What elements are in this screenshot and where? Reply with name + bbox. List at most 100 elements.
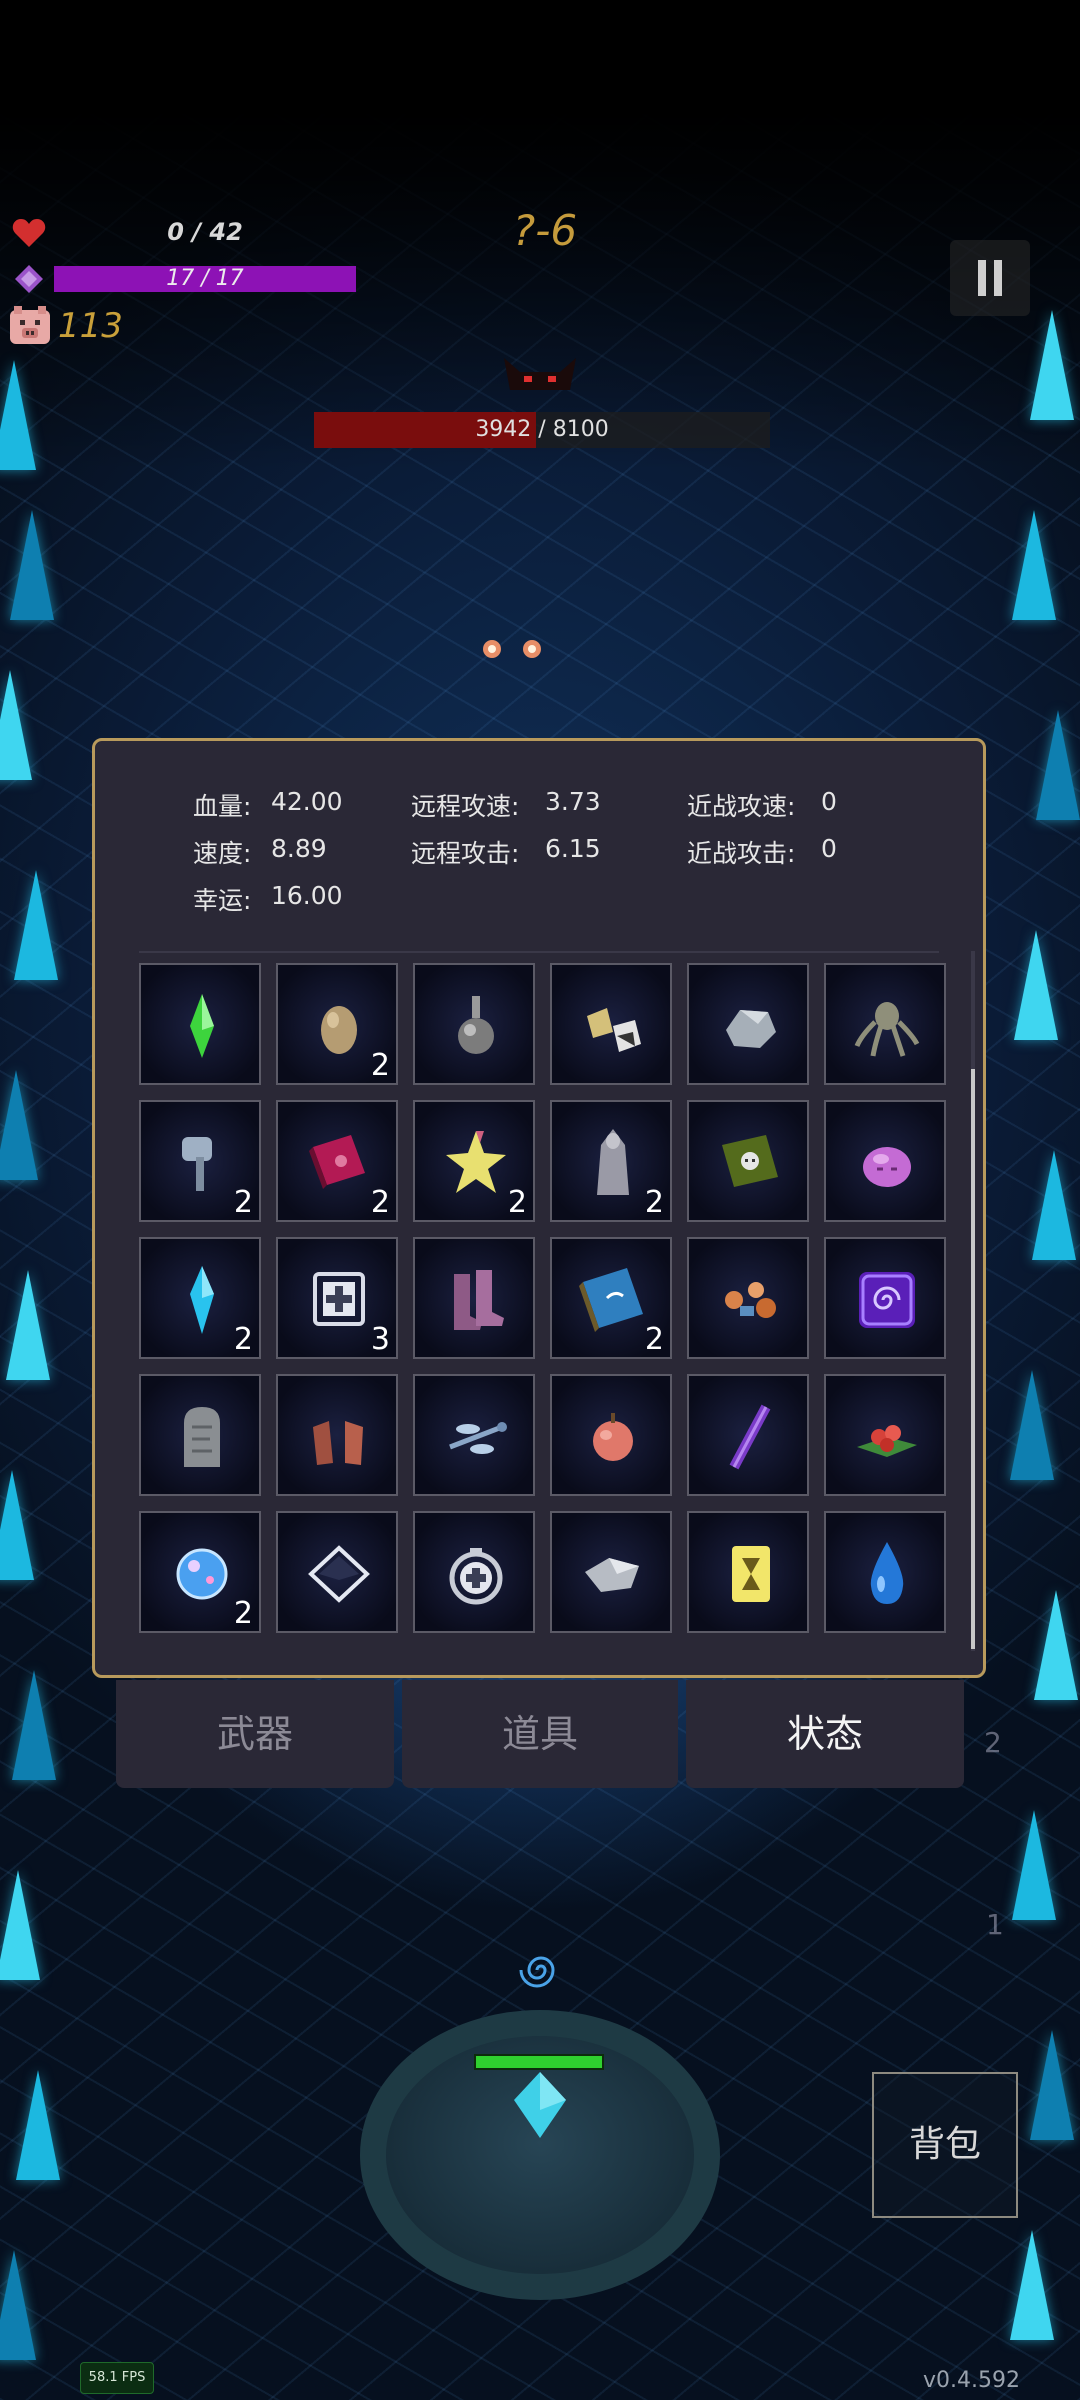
health-ring-icon bbox=[449, 1548, 503, 1605]
tab-weapons[interactable]: 武器 bbox=[116, 1680, 394, 1788]
potion-flask-icon bbox=[458, 996, 494, 1054]
inventory-slot[interactable] bbox=[139, 1374, 261, 1496]
skull-book-icon bbox=[722, 1135, 778, 1187]
mana-text: 17 / 17 bbox=[166, 266, 244, 291]
inventory-slot[interactable] bbox=[276, 1511, 398, 1633]
crystal-decoration bbox=[1010, 2230, 1054, 2340]
item-count: 2 bbox=[370, 1185, 390, 1220]
crystal-decoration bbox=[1012, 510, 1056, 620]
inventory-slot[interactable]: 2 bbox=[139, 1237, 261, 1359]
inventory-slot[interactable]: 2 bbox=[550, 1100, 672, 1222]
stat-hp-label: 血量: bbox=[193, 792, 252, 821]
item-count: 2 bbox=[644, 1185, 664, 1220]
stat-melee-speed-label: 近战攻速: bbox=[687, 792, 796, 821]
inventory-slot[interactable] bbox=[824, 1374, 946, 1496]
inventory-slot[interactable] bbox=[139, 963, 261, 1085]
medkit-icon bbox=[313, 1272, 365, 1326]
crystal-decoration bbox=[1014, 930, 1058, 1040]
item-count: 2 bbox=[233, 1185, 253, 1220]
green-crystal-icon bbox=[190, 994, 214, 1058]
coin-count: 113 bbox=[58, 306, 123, 346]
inventory-slot[interactable]: 2 bbox=[276, 963, 398, 1085]
inventory-slot[interactable] bbox=[550, 1511, 672, 1633]
side-slot-count: 2 bbox=[984, 1726, 1002, 1759]
inventory-slot[interactable] bbox=[550, 963, 672, 1085]
backpack-button[interactable]: 背包 bbox=[872, 2072, 1018, 2218]
tab-items[interactable]: 道具 bbox=[402, 1680, 678, 1788]
inventory-slot[interactable]: 2 bbox=[276, 1100, 398, 1222]
stat-ranged-attack-value: 6.15 bbox=[545, 834, 601, 863]
crystal-decoration bbox=[1032, 1150, 1076, 1260]
crystal-decoration bbox=[0, 1870, 40, 1980]
inventory-slot[interactable]: 2 bbox=[139, 1511, 261, 1633]
crystal-decoration bbox=[6, 1270, 50, 1380]
egg-icon bbox=[321, 1006, 357, 1054]
inventory-slot[interactable] bbox=[824, 1100, 946, 1222]
boss-enemy bbox=[504, 358, 576, 390]
crystal-decoration bbox=[0, 1070, 38, 1180]
dragonfly-icon bbox=[449, 1422, 507, 1454]
crystal-decoration bbox=[14, 870, 58, 980]
inventory-slot[interactable] bbox=[824, 963, 946, 1085]
crystal-decoration bbox=[12, 1670, 56, 1780]
water-drop-icon bbox=[870, 1542, 904, 1604]
item-count: 2 bbox=[233, 1322, 253, 1357]
mana-gem-icon bbox=[15, 265, 43, 293]
pause-button[interactable] bbox=[950, 240, 1030, 316]
fps-counter: 58.1 FPS bbox=[80, 2362, 154, 2394]
wand-icon bbox=[729, 1404, 771, 1470]
scrollbar[interactable] bbox=[971, 1069, 975, 1649]
piggy-bank-icon bbox=[10, 306, 50, 344]
orb-icon bbox=[176, 1548, 228, 1600]
stat-hp-value: 42.00 bbox=[271, 787, 343, 816]
inventory-slot[interactable] bbox=[687, 1374, 809, 1496]
player-health-bar bbox=[474, 2054, 604, 2070]
stat-melee-attack-label: 近战攻击: bbox=[687, 839, 796, 868]
tab-status[interactable]: 状态 bbox=[686, 1680, 964, 1788]
slime-icon bbox=[863, 1147, 911, 1187]
crystal-decoration bbox=[1030, 310, 1074, 420]
inventory-slot[interactable] bbox=[413, 1237, 535, 1359]
inventory-slot[interactable] bbox=[687, 1100, 809, 1222]
inventory-slot[interactable]: 2 bbox=[550, 1237, 672, 1359]
yellow-card-icon bbox=[732, 1546, 770, 1602]
tombstone-icon bbox=[184, 1407, 220, 1467]
inventory-slot[interactable] bbox=[687, 1511, 809, 1633]
version-label: v0.4.592 bbox=[923, 2368, 1020, 2393]
inventory-slot[interactable] bbox=[824, 1237, 946, 1359]
inventory-slot[interactable] bbox=[550, 1374, 672, 1496]
stat-speed-value: 8.89 bbox=[271, 834, 327, 863]
spiral-portal-icon bbox=[519, 1956, 555, 1988]
blue-book-icon bbox=[579, 1268, 643, 1332]
item-count: 2 bbox=[233, 1596, 253, 1631]
inventory-slot[interactable] bbox=[824, 1511, 946, 1633]
crystal-decoration bbox=[0, 2250, 36, 2360]
stat-melee-attack-value: 0 bbox=[821, 834, 837, 863]
stat-luck-label: 幸运: bbox=[193, 886, 252, 915]
stat-melee-speed-value: 0 bbox=[821, 787, 837, 816]
portal-rune-icon bbox=[859, 1272, 915, 1328]
inventory-slot[interactable]: 2 bbox=[413, 1100, 535, 1222]
silver-ore-icon bbox=[585, 1558, 639, 1592]
stat-ranged-speed-label: 远程攻速: bbox=[411, 792, 520, 821]
inventory-slot[interactable] bbox=[687, 1237, 809, 1359]
inventory-slot[interactable] bbox=[276, 1374, 398, 1496]
inventory-slot[interactable] bbox=[413, 1374, 535, 1496]
crystal-decoration bbox=[1034, 1590, 1078, 1700]
item-count: 2 bbox=[644, 1322, 664, 1357]
inventory-slot[interactable]: 2 bbox=[139, 1100, 261, 1222]
hammer-icon bbox=[182, 1137, 212, 1191]
boss-health-text: 3942 / 8100 bbox=[475, 417, 609, 442]
crystal-decoration bbox=[1036, 710, 1080, 820]
inventory-slot[interactable] bbox=[687, 963, 809, 1085]
inventory-slot[interactable] bbox=[413, 963, 535, 1085]
stone-icon bbox=[726, 1010, 776, 1048]
inventory-slot[interactable]: 3 bbox=[276, 1237, 398, 1359]
divider bbox=[139, 951, 939, 953]
heart-icon bbox=[12, 219, 46, 247]
crystal-decoration bbox=[0, 360, 36, 470]
flowers-icon bbox=[725, 1282, 776, 1318]
player-character bbox=[514, 2072, 566, 2138]
inventory-slot[interactable] bbox=[413, 1511, 535, 1633]
red-book-icon bbox=[309, 1135, 365, 1189]
